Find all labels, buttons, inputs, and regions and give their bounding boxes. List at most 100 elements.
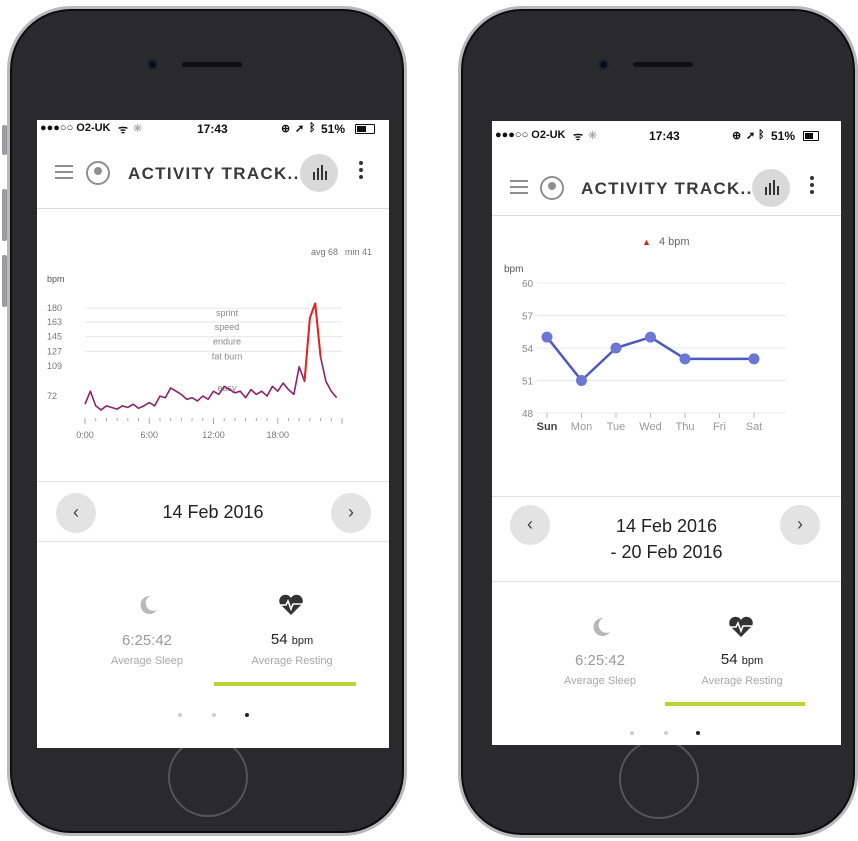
battery-percent: 51% [321,122,346,136]
left-screen: ●●●○○ O2-UK ᯤ ✳ 17:43 ⊕ ➚ ᛒ 51% ACTIVITY… [37,120,389,748]
x-tick-label: 18:00 [266,430,289,440]
battery-icon [803,131,819,141]
data-point [541,331,553,343]
next-week-button[interactable]: › [780,505,820,545]
data-point [610,342,622,354]
right-screen: ●●●○○ O2-UK ᯤ ✳ 17:43 ⊕ ➚ ᛒ 51% ACTIVITY… [492,121,841,745]
delta-legend: ▲ 4 bpm [642,236,690,248]
more-options-icon[interactable] [359,161,363,182]
mute-switch [2,125,7,155]
page-dot-2[interactable] [664,731,668,735]
lock-rotation-icon: ⊕ [281,123,291,135]
next-day-button[interactable]: › [331,493,371,533]
y-tick-label: 48 [522,409,534,420]
y-tick-label: 72 [47,391,57,401]
selected-tab-indicator [665,702,805,706]
date-range-end: - 20 Feb 2016 [610,542,723,562]
divider [492,581,841,582]
page-dot-1[interactable] [630,731,634,735]
x-tick-label: Sun [537,421,558,433]
location-arrow-icon: ➚ [295,123,305,135]
y-tick-label: 109 [47,361,62,371]
battery-icon [355,124,375,134]
bar-chart-icon [313,165,327,180]
resting-heart-rate-week-chart: 48 51 54 57 60 Sun Mon Tue Wed Thu Fri Sat [522,279,786,433]
delta-value: 4 bpm [658,236,690,248]
sleep-value: 6:25:42 [574,652,626,669]
x-tick-label: Fri [713,421,726,433]
x-tick-label: Thu [676,421,695,433]
loading-icon: ✳ [588,130,598,142]
page-dot-3[interactable] [696,731,700,735]
divider [37,481,389,482]
status-time: 17:43 [197,122,228,136]
location-arrow-icon: ➚ [746,130,756,142]
home-button[interactable] [168,737,248,817]
status-time: 17:43 [649,129,680,143]
heart-rate-icon [279,594,303,615]
resting-label: Average Resting [251,655,333,667]
lock-rotation-icon: ⊕ [732,130,742,142]
hamburger-menu-icon[interactable] [55,165,73,179]
home-button[interactable] [619,739,699,819]
y-axis-unit: bpm [47,274,65,284]
resting-unit: bpm [291,635,314,647]
avg-summary: avg 68 [311,247,339,257]
y-tick-label: 60 [522,279,534,290]
x-tick-label: Tue [607,421,626,433]
front-camera [598,59,609,70]
divider [37,541,389,542]
page-dot-3[interactable] [245,713,249,717]
data-point [748,353,760,365]
sleep-label: Average Sleep [111,655,183,667]
divider [492,496,841,497]
resting-label: Average Resting [701,675,783,687]
y-tick-label: 145 [47,332,62,342]
carrier-text: ●●●○○ O2-UK [495,129,566,141]
y-tick-label: 163 [47,317,62,327]
y-tick-label: 127 [47,346,62,356]
volume-up-button [2,189,7,241]
x-tick-label: Mon [571,421,592,433]
more-options-icon[interactable] [810,176,814,197]
y-tick-label: 51 [522,377,534,388]
y-tick-label: 180 [47,303,62,313]
data-point [645,331,656,343]
status-bar: ●●●○○ O2-UK ᯤ ✳ 17:43 ⊕ ➚ ᛒ 51% [37,120,389,138]
min-summary: min 41 [345,247,373,257]
sleep-value: 6:25:42 [121,632,173,649]
hamburger-menu-icon[interactable] [510,180,528,194]
chart-view-button[interactable] [300,154,338,192]
left-phone-frame: ●●●○○ O2-UK ᯤ ✳ 17:43 ⊕ ➚ ᛒ 51% ACTIVITY… [2,6,407,836]
y-tick-label: 57 [522,312,534,323]
profile-logo-icon[interactable] [86,161,110,185]
resting-number: 54 [270,631,288,648]
x-tick-label: 12:00 [202,430,225,440]
loading-icon: ✳ [133,123,143,135]
x-tick-label: Sat [746,421,763,433]
earpiece-speaker [633,62,693,67]
resting-unit: bpm [741,655,764,667]
resting-number: 54 [720,651,738,668]
page-dot-1[interactable] [178,713,182,717]
chart-view-button[interactable] [752,169,790,207]
up-triangle-icon: ▲ [642,237,651,247]
right-phone-frame: ●●●○○ O2-UK ᯤ ✳ 17:43 ⊕ ➚ ᛒ 51% ACTIVITY… [458,6,858,838]
resting-value: 54 bpm [682,651,802,668]
battery-percent: 51% [771,129,796,143]
heart-rate-day-chart: sprintspeedendurefat burneasy72109127145… [47,302,343,440]
profile-logo-icon[interactable] [540,176,564,200]
zone-label: sprint [216,308,239,318]
resting-value: 54 bpm [232,631,352,648]
wifi-icon: ᯤ [573,131,584,143]
data-point [576,375,587,386]
zone-label: endure [213,337,241,347]
front-camera [147,59,158,70]
heart-rate-icon [729,616,753,637]
app-bar: ACTIVITY TRACK... [37,138,389,209]
volume-down-button [2,255,7,307]
page-dot-2[interactable] [212,713,216,717]
bluetooth-icon: ᛒ [758,129,765,141]
sleep-label: Average Sleep [564,675,636,687]
wifi-icon: ᯤ [118,124,129,136]
